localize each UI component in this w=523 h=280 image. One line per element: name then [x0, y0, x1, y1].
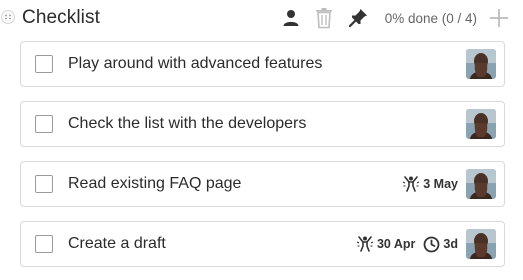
checklist-title: Checklist [22, 7, 100, 28]
person-excited-icon [356, 236, 374, 252]
drag-handle-icon[interactable] [1, 10, 15, 24]
checklist-item[interactable]: Play around with advanced features [20, 41, 505, 87]
start-date-badge[interactable]: 3 May [402, 175, 458, 193]
trash-icon[interactable] [315, 7, 333, 29]
person-icon[interactable] [281, 8, 301, 28]
avatar[interactable] [466, 169, 496, 199]
avatar[interactable] [466, 229, 496, 259]
plus-icon[interactable] [489, 8, 509, 28]
item-text[interactable]: Play around with advanced features [68, 55, 466, 73]
item-checkbox[interactable] [35, 115, 53, 133]
item-meta [466, 109, 496, 139]
item-meta [466, 49, 496, 79]
item-text[interactable]: Check the list with the developers [68, 115, 466, 133]
due-text: 3d [443, 237, 458, 251]
item-meta: 3 May [402, 169, 496, 199]
avatar[interactable] [466, 49, 496, 79]
checklist-panel: Checklist 0% done (0 / 4) Play around wi… [0, 0, 523, 280]
checklist-item[interactable]: Check the list with the developers [20, 101, 505, 147]
checklist-item[interactable]: Create a draft 30 Apr 3d [20, 221, 505, 267]
start-date-text: 3 May [423, 177, 458, 191]
item-text[interactable]: Create a draft [68, 235, 356, 253]
start-date-badge[interactable]: 30 Apr [356, 235, 415, 253]
avatar[interactable] [466, 109, 496, 139]
item-checkbox[interactable] [35, 235, 53, 253]
person-excited-icon [403, 176, 420, 192]
start-date-text: 30 Apr [376, 237, 416, 251]
progress-text: 0% done (0 / 4) [384, 10, 477, 26]
item-checkbox[interactable] [35, 55, 53, 73]
item-checkbox[interactable] [35, 175, 53, 193]
checklist-item[interactable]: Read existing FAQ page 3 May [20, 161, 505, 207]
due-badge[interactable]: 3d [423, 236, 458, 253]
checklist-items: Play around with advanced features Check… [20, 41, 505, 280]
pin-icon[interactable] [347, 7, 369, 29]
clock-icon [424, 236, 440, 252]
header-toolbar: 0% done (0 / 4) [281, 0, 523, 36]
item-text[interactable]: Read existing FAQ page [68, 175, 402, 193]
item-meta: 30 Apr 3d [356, 229, 496, 259]
